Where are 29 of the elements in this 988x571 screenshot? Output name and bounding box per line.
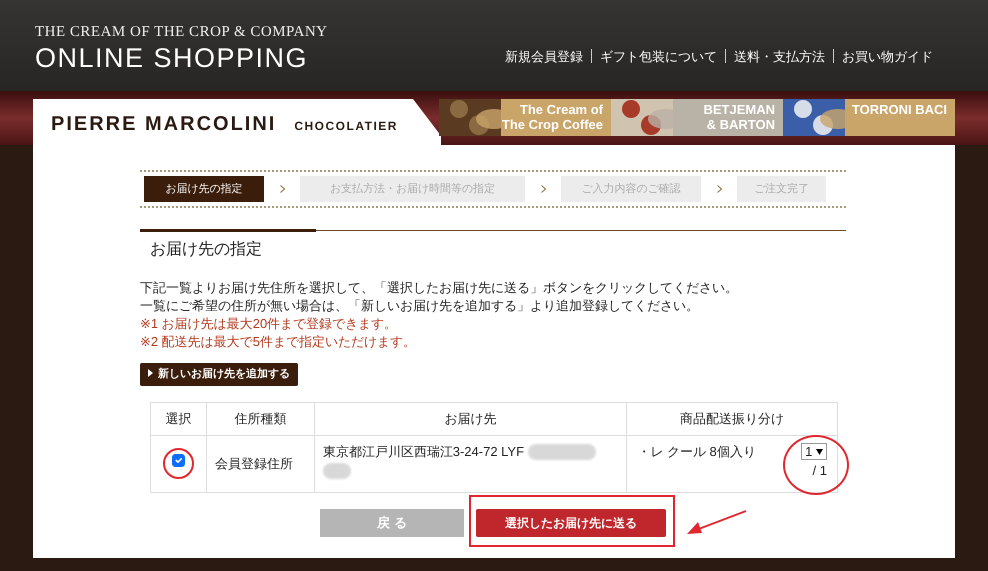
progress-step: お届け先の指定: [144, 176, 264, 202]
submit-button[interactable]: 選択したお届け先に送る: [476, 508, 666, 536]
item-text: ・レ クール 8個入り: [637, 442, 756, 460]
brand-logo: PIERRE MARCOLINI: [51, 112, 276, 137]
nav-link[interactable]: 新規会員登録: [505, 46, 583, 66]
column-header: お届け先: [314, 402, 627, 435]
table-cell: 会員登録住所: [206, 435, 314, 492]
column-header: 選択: [150, 402, 206, 435]
column-header: 住所種類: [206, 402, 314, 435]
note-text: ※1 お届け先は最大20件まで登録できます。: [140, 315, 398, 333]
section-title: お届け先の指定: [149, 240, 263, 260]
nav-link[interactable]: ギフト包装について: [600, 46, 717, 66]
quantity-total: / 1: [812, 462, 827, 480]
instruction-text: 下記一覧よりお届け先住所を選択して、「選択したお届け先に送る」ボタンをクリックしてください。: [140, 279, 739, 297]
brand-subtitle: CHOCOLATIER: [294, 118, 398, 135]
logo-panel[interactable]: PIERRE MARCOLINI CHOCOLATIER: [33, 99, 441, 145]
quantity-select[interactable]: 1: [801, 442, 827, 460]
site-title: ONLINE SHOPPING: [35, 42, 310, 75]
progress-step: ご注文完了: [737, 176, 826, 202]
progress-step: ご入力内容のご確認: [561, 176, 701, 202]
add-address-button[interactable]: 新しいお届け先を追加する: [140, 363, 298, 386]
nav-link[interactable]: 送料・支払方法: [734, 46, 825, 66]
nav-link[interactable]: お買い物ガイド: [842, 46, 933, 66]
column-header: 商品配送振り分け: [626, 402, 838, 435]
address-text: 東京都江戸川区西瑞江3-24-72 LYF: [322, 444, 524, 458]
instruction-text: 一覧にご希望の住所が無い場合は、「新しいお届け先を追加する」より追加登録してください。: [140, 297, 700, 315]
brand-tagline: THE CREAM OF THE CROP & COMPANY: [35, 23, 328, 41]
progress-step: お支払方法・お届け時間等の指定: [300, 176, 525, 202]
note-text: ※2 配送先は最大で5件まで指定いただけます。: [140, 333, 417, 351]
